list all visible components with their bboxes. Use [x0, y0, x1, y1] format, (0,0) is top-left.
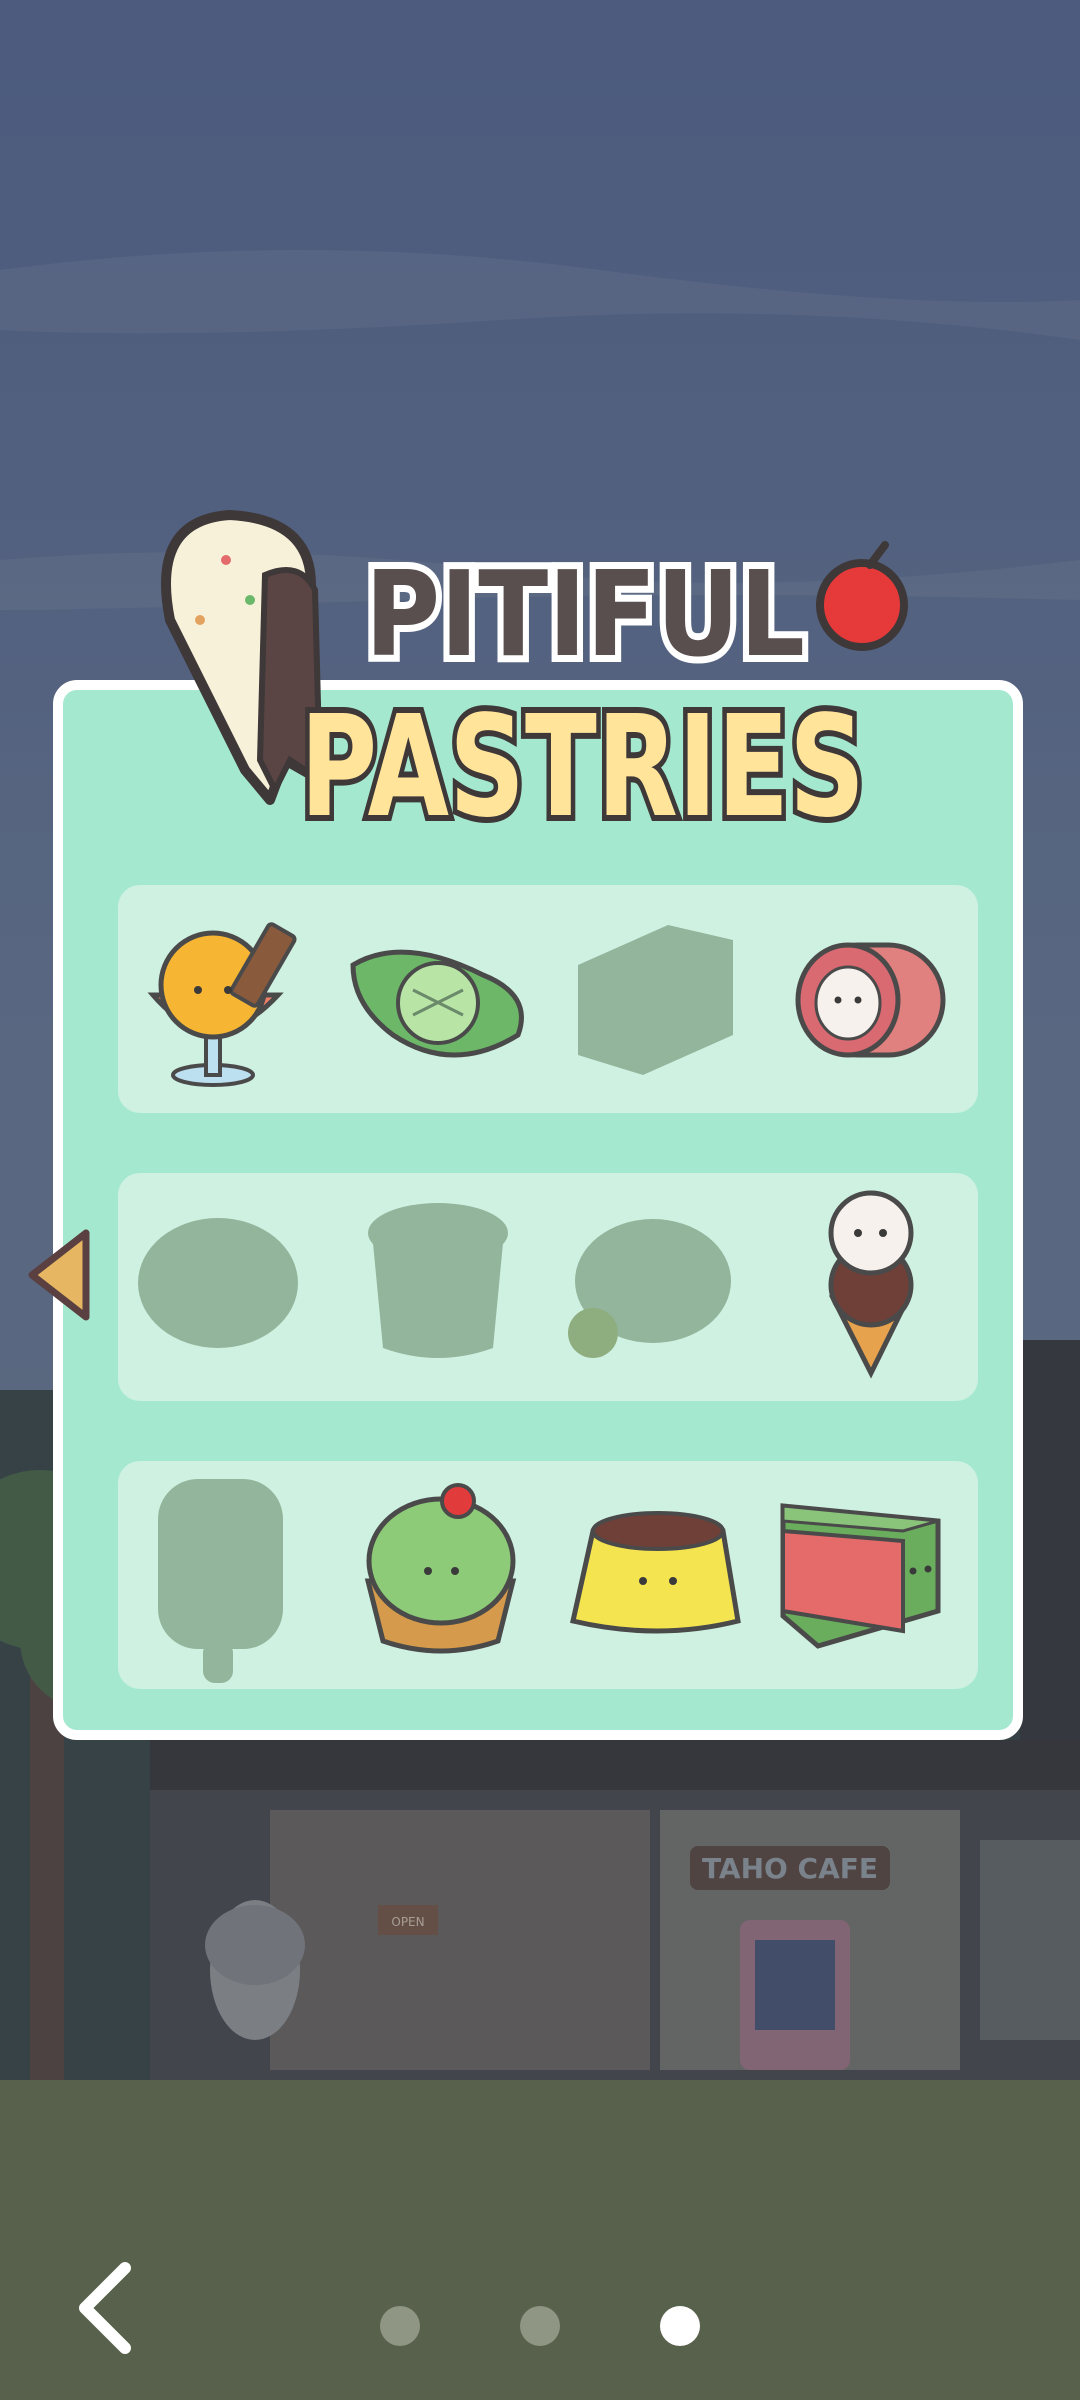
item-dumpling[interactable] [548, 1173, 763, 1401]
item-cake-slice[interactable] [763, 1461, 978, 1689]
item-row-2 [118, 1173, 978, 1401]
collection-panel [53, 680, 1023, 1740]
item-mochi-leaf[interactable] [333, 885, 548, 1113]
item-bread-bun[interactable] [118, 1173, 333, 1401]
item-ice-cream-sundae[interactable] [118, 885, 333, 1113]
item-ice-cream-cone[interactable] [763, 1173, 978, 1401]
previous-page-arrow-icon[interactable] [24, 1225, 98, 1325]
page-dot-2[interactable] [520, 2306, 560, 2346]
page-indicator [380, 2306, 720, 2346]
item-cupcake[interactable] [333, 1173, 548, 1401]
back-chevron-icon[interactable] [70, 2258, 140, 2358]
item-castella-block[interactable] [548, 885, 763, 1113]
item-row-3 [118, 1461, 978, 1689]
item-pudding[interactable] [548, 1461, 763, 1689]
page-dot-3[interactable] [660, 2306, 700, 2346]
item-row-1 [118, 885, 978, 1113]
item-swiss-roll[interactable] [763, 885, 978, 1113]
item-matcha-tart[interactable] [333, 1461, 548, 1689]
item-popsicle[interactable] [118, 1461, 333, 1689]
page-dot-1[interactable] [380, 2306, 420, 2346]
